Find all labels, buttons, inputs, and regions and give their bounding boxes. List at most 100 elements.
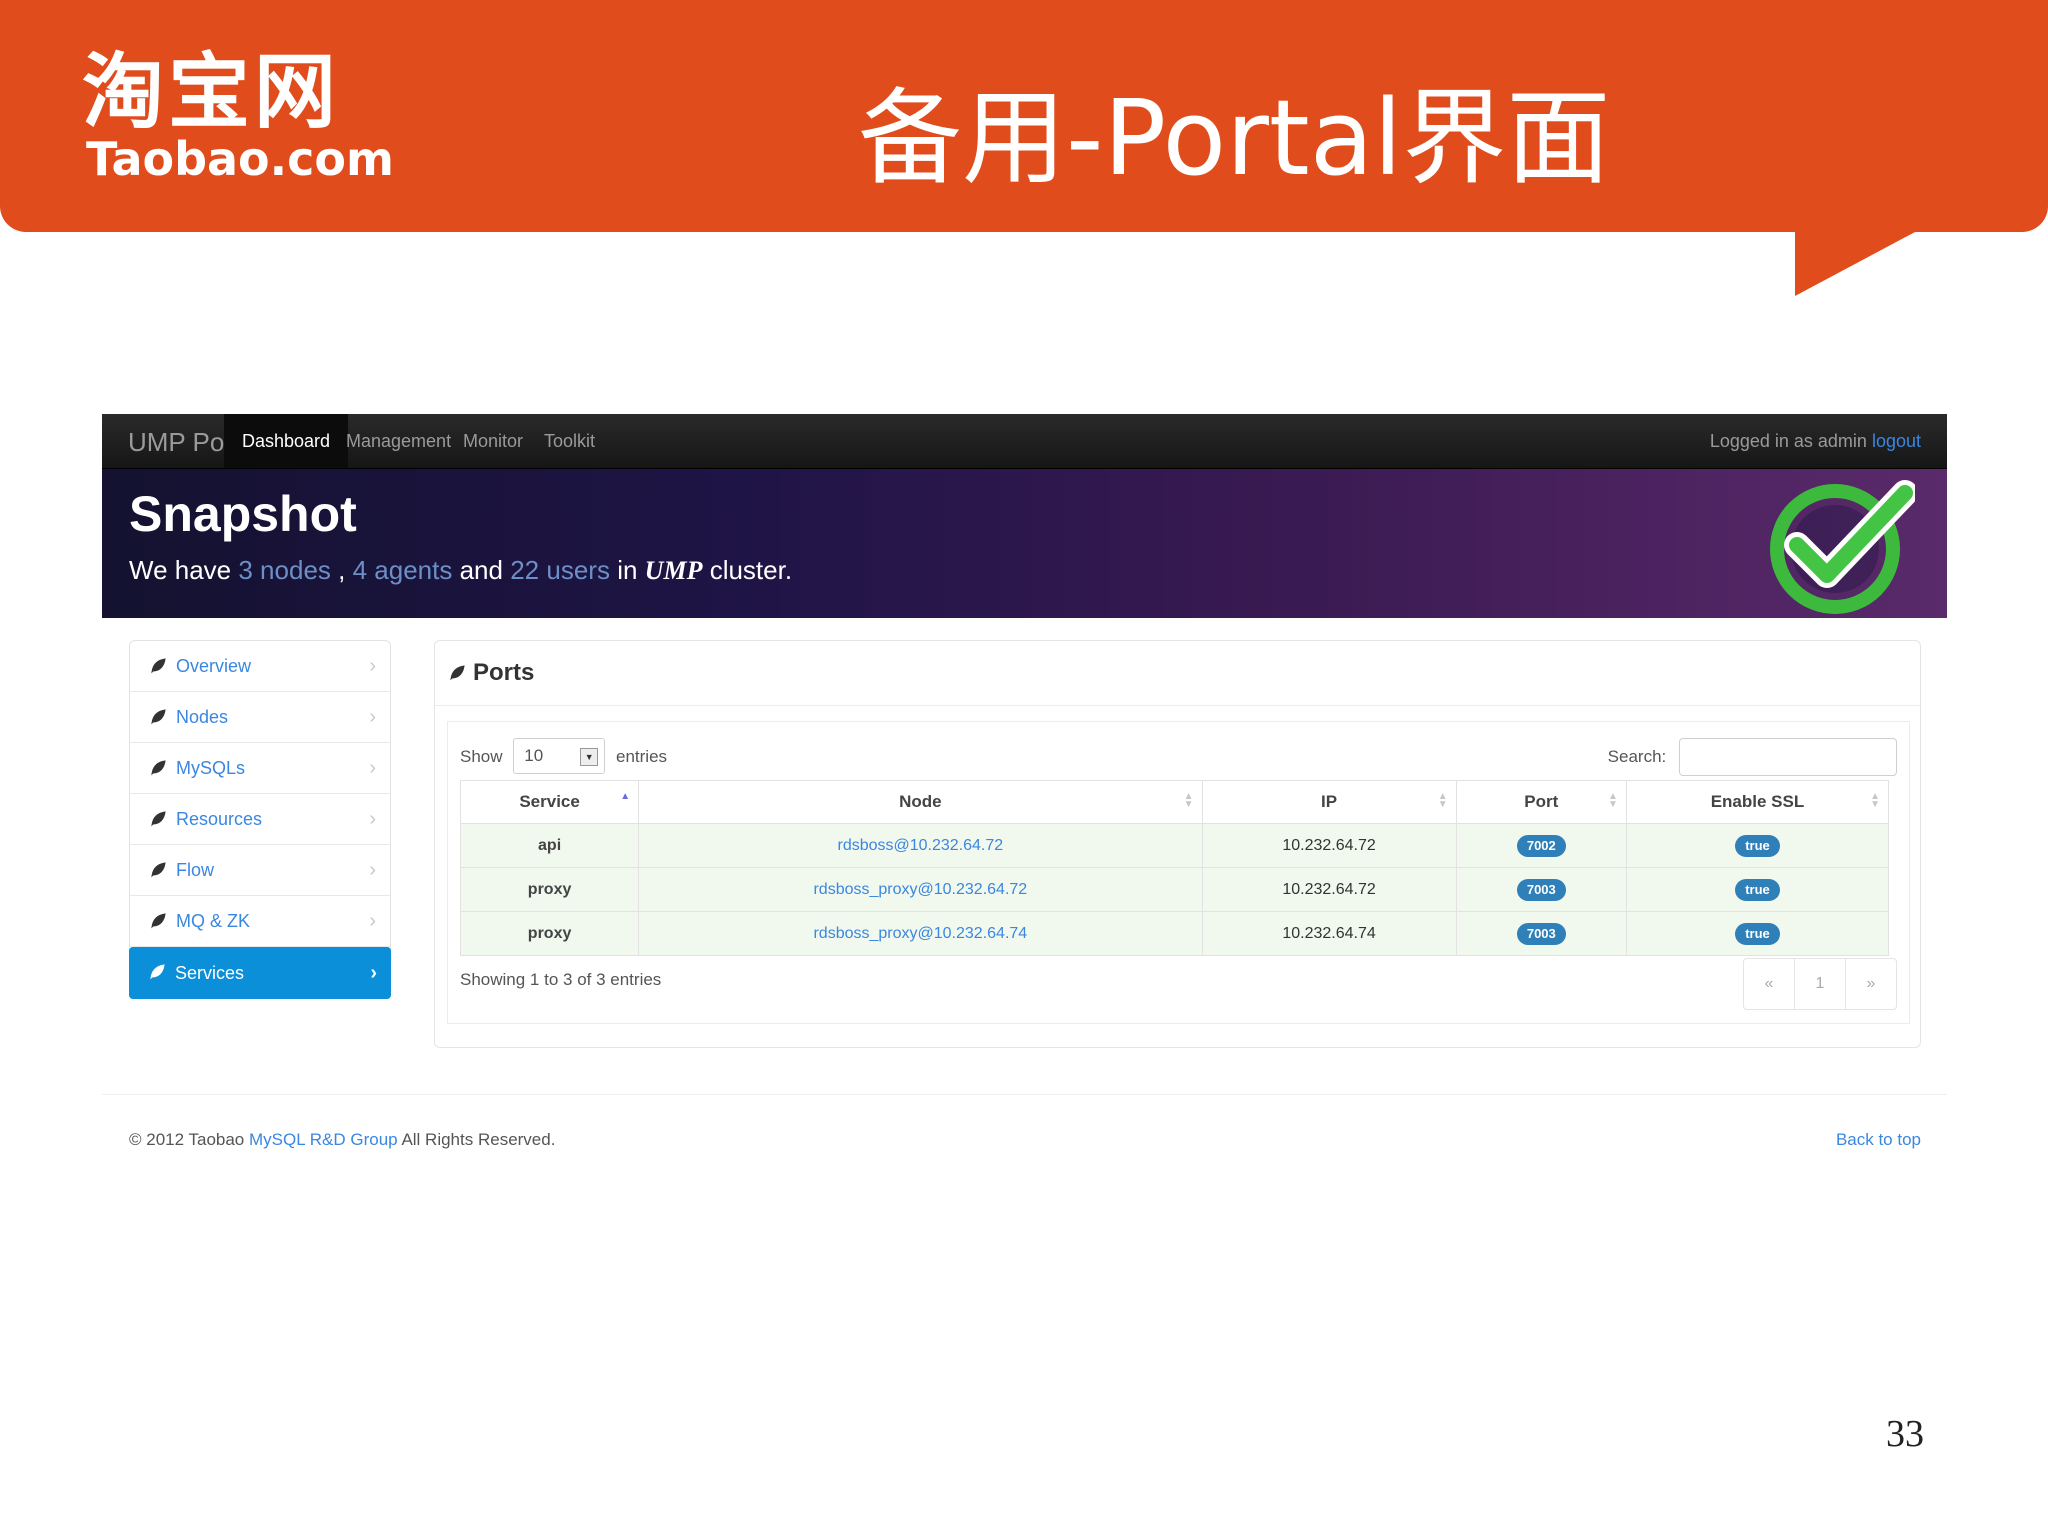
side-item-mysqls[interactable]: MySQLs › [130, 743, 390, 794]
pager-page-1[interactable]: 1 [1795, 959, 1846, 1009]
ports-table: Service ▲ Node ▲ ▼ IP ▲ ▼ Port ▲ ▼ Enable SSL ▲ ▼… [459, 780, 1890, 956]
nodes-count: 3 nodes [238, 555, 331, 585]
side-item-nodes[interactable]: Nodes › [130, 692, 390, 743]
check-circle-icon [1770, 480, 1915, 614]
side-item-label: MySQLs [176, 758, 246, 778]
sort-icon: ▲ ▼ [1608, 791, 1618, 810]
side-item-label: Overview [176, 656, 252, 676]
leaf-icon [151, 760, 166, 776]
cell-port: 7003 [1455, 867, 1627, 912]
cell-port: 7003 [1455, 911, 1627, 956]
back-to-top-link[interactable]: Back to top [1836, 1130, 1921, 1150]
logged-in-text: Logged in as admin [1709, 431, 1867, 451]
banner-tail [1795, 224, 1930, 296]
sort-asc-icon: ▲ [620, 791, 631, 802]
leaf-icon [450, 665, 465, 681]
col-label: Port [1524, 792, 1559, 811]
ssl-badge: true [1735, 878, 1780, 901]
sort-icon: ▲ ▼ [1183, 791, 1194, 810]
leaf-icon [151, 811, 166, 827]
top-navbar: UMP Portal Dashboard Management Monitor … [102, 414, 1947, 469]
hero-title: Snapshot [129, 486, 357, 542]
chevron-right-icon: › [369, 757, 376, 779]
ports-panel: Ports Show 10 ▼ entries Search: Service … [434, 640, 1921, 1048]
taobao-logo-cn: 淘宝网 [82, 45, 341, 140]
panel-title: Ports [473, 659, 535, 686]
cell-ip: 10.232.64.74 [1201, 911, 1457, 956]
table-row: proxy rdsboss_proxy@10.232.64.72 10.232.… [459, 867, 1890, 912]
cell-ip: 10.232.64.72 [1201, 867, 1457, 912]
col-label: IP [1321, 792, 1338, 811]
col-label: Service [519, 792, 580, 811]
chevron-right-icon: › [369, 808, 376, 830]
entries-value: 10 [524, 746, 544, 765]
cell-ssl: true [1625, 911, 1890, 956]
table-row: api rdsboss@10.232.64.72 10.232.64.72 70… [459, 823, 1890, 868]
chevron-right-icon: › [370, 962, 377, 984]
slide-title: 备用-Portal界面 [858, 77, 1611, 199]
footer-copyright: © 2012 Taobao MySQL R&D Group All Rights… [129, 1130, 555, 1150]
chevron-right-icon: › [369, 859, 376, 881]
cell-node-link[interactable]: rdsboss_proxy@10.232.64.72 [638, 867, 1203, 912]
side-item-label: Nodes [176, 707, 229, 727]
col-node[interactable]: Node ▲ ▼ [638, 780, 1203, 824]
slide-banner: 淘宝网 Taobao.com 备用-Portal界面 [0, 0, 2048, 232]
summary-and: and [459, 555, 503, 585]
table-row: proxy rdsboss_proxy@10.232.64.74 10.232.… [459, 911, 1890, 956]
panel-header: Ports [435, 641, 1920, 706]
side-nav: Overview › Nodes › MySQLs › Resources › … [129, 640, 391, 999]
page-number: 33 [1886, 1413, 1924, 1455]
col-label: Node [899, 792, 942, 811]
col-ip[interactable]: IP ▲ ▼ [1201, 780, 1457, 824]
side-item-overview[interactable]: Overview › [130, 641, 390, 692]
cell-service: proxy [459, 867, 640, 912]
agents-count: 4 agents [352, 555, 453, 585]
search-label: Search: [1607, 747, 1667, 766]
side-item-label: Services [175, 963, 245, 983]
leaf-icon [150, 964, 165, 980]
snapshot-hero: Snapshot We have 3 nodes , 4 agents and … [102, 469, 1947, 618]
user-status: Logged in as admin logout [1710, 414, 1921, 468]
chevron-right-icon: › [369, 655, 376, 677]
nav-toolkit[interactable]: Toolkit [526, 414, 613, 468]
copyright-text: © 2012 Taobao [129, 1130, 245, 1149]
ports-datatable: Show 10 ▼ entries Search: Service ▲ Node… [447, 721, 1910, 1024]
logout-link[interactable]: logout [1872, 431, 1921, 451]
port-badge: 7003 [1516, 878, 1566, 901]
cluster-name: UMP [644, 556, 703, 585]
table-info: Showing 1 to 3 of 3 entries [460, 970, 662, 989]
side-item-mq-zk[interactable]: MQ & ZK › [130, 896, 390, 947]
ump-portal-screenshot: UMP Portal Dashboard Management Monitor … [102, 414, 1947, 1194]
side-item-flow[interactable]: Flow › [130, 845, 390, 896]
cell-ssl: true [1625, 867, 1890, 912]
show-label: Show [460, 747, 503, 766]
pager-prev[interactable]: « [1744, 959, 1795, 1009]
cell-node-link[interactable]: rdsboss_proxy@10.232.64.74 [638, 911, 1203, 956]
search-input[interactable] [1679, 738, 1897, 776]
col-service[interactable]: Service ▲ [459, 780, 640, 824]
summary-in: in [617, 555, 638, 585]
summary-prefix: We have [129, 555, 232, 585]
users-count: 22 users [510, 555, 610, 585]
group-link[interactable]: MySQL R&D Group [249, 1130, 398, 1149]
sort-icon: ▲ ▼ [1870, 791, 1880, 810]
entries-label: entries [616, 747, 668, 766]
col-enable-ssl[interactable]: Enable SSL ▲ ▼ [1625, 780, 1890, 824]
cell-service: api [459, 823, 640, 868]
cell-ip: 10.232.64.72 [1201, 823, 1457, 868]
pager-next[interactable]: » [1846, 959, 1896, 1009]
side-item-resources[interactable]: Resources › [130, 794, 390, 845]
leaf-icon [151, 913, 166, 929]
rights-text: All Rights Reserved. [401, 1130, 556, 1149]
hero-summary: We have 3 nodes , 4 agents and 22 users … [129, 555, 792, 586]
port-badge: 7003 [1516, 922, 1566, 945]
chevron-right-icon: › [369, 706, 376, 728]
sort-icon: ▲ ▼ [1437, 791, 1448, 810]
summary-sep: , [338, 555, 346, 585]
leaf-icon [151, 709, 166, 725]
side-item-services[interactable]: Services › [129, 947, 391, 999]
col-port[interactable]: Port ▲ ▼ [1455, 780, 1627, 824]
entries-select[interactable]: 10 ▼ [513, 738, 606, 774]
entries-length-control: Show 10 ▼ entries [460, 738, 667, 776]
cell-node-link[interactable]: rdsboss@10.232.64.72 [638, 823, 1203, 868]
